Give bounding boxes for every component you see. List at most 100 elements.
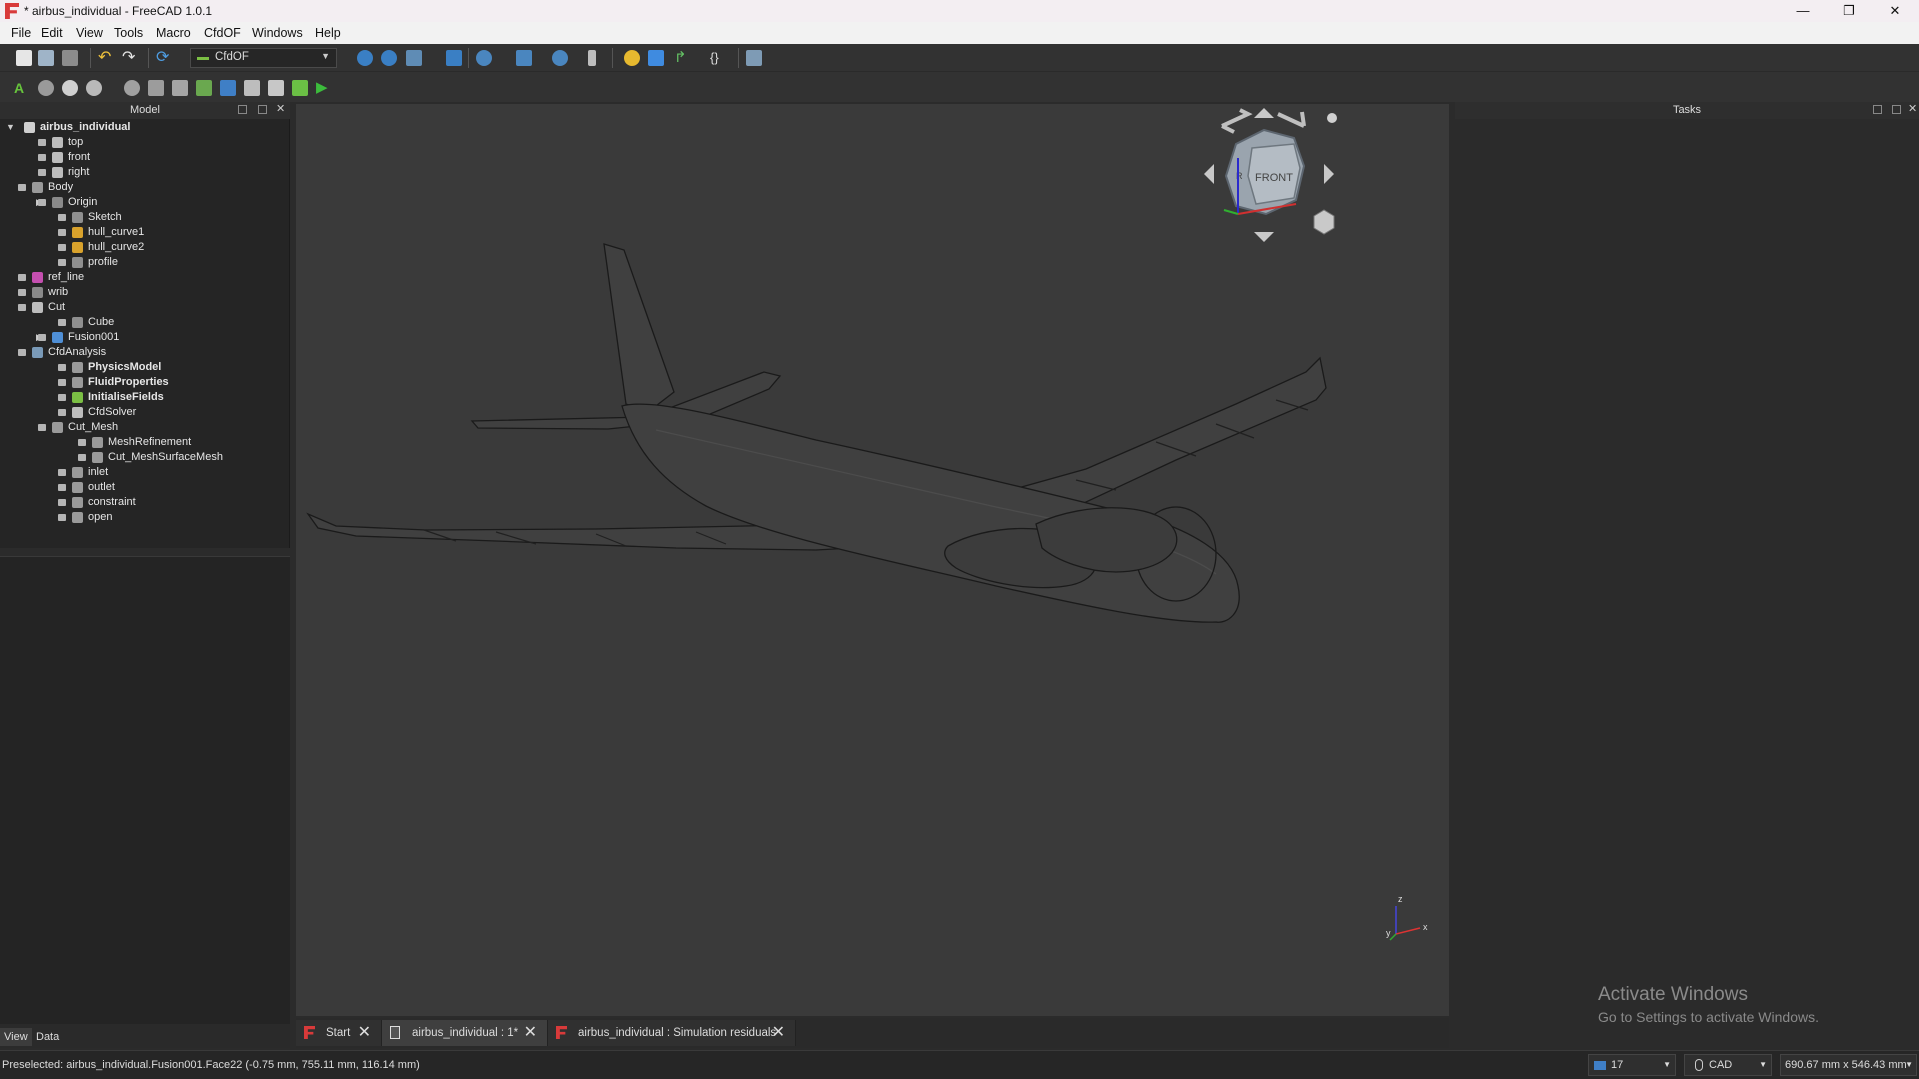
draw-style-icon[interactable] xyxy=(406,50,422,66)
menu-view[interactable]: View xyxy=(76,26,103,40)
nav-menu-icon[interactable] xyxy=(1327,113,1337,123)
3d-viewport[interactable]: FRONT R z x y xyxy=(296,104,1449,1016)
tree-item-hull-curve1[interactable]: hull_curve1 xyxy=(0,225,288,240)
panel-float-icon[interactable] xyxy=(1873,105,1882,114)
visibility-eye-icon[interactable] xyxy=(38,334,46,341)
tree-item-ref-line[interactable]: ref_line xyxy=(0,270,288,285)
nav-view-menu-cube-icon[interactable] xyxy=(1313,209,1335,235)
run-solver-icon[interactable]: ▶ xyxy=(316,80,332,96)
part-icon[interactable] xyxy=(624,50,640,66)
tree-item-cube[interactable]: Cube xyxy=(0,315,288,330)
new-document-icon[interactable] xyxy=(16,50,32,66)
nav-rotate-right-icon[interactable] xyxy=(1277,111,1306,128)
tree-item-sketch[interactable]: Sketch xyxy=(0,210,288,225)
boundary-condition-icon[interactable] xyxy=(86,80,102,96)
minimize-button[interactable]: — xyxy=(1780,0,1826,22)
visibility-eye-icon[interactable] xyxy=(38,424,46,431)
doc-tab-3d-view[interactable]: airbus_individual : 1* ✕ xyxy=(382,1020,548,1046)
visibility-eye-icon[interactable] xyxy=(18,349,26,356)
tree-item-profile[interactable]: profile xyxy=(0,255,288,270)
visibility-eye-icon[interactable] xyxy=(58,214,66,221)
visibility-eye-icon[interactable] xyxy=(58,244,66,251)
nav-rotate-left-icon[interactable] xyxy=(1221,108,1253,134)
menu-windows[interactable]: Windows xyxy=(252,26,303,40)
visibility-eye-icon[interactable] xyxy=(58,409,66,416)
visibility-eye-icon[interactable] xyxy=(18,289,26,296)
tree-item-top[interactable]: top xyxy=(0,135,288,150)
menu-macro[interactable]: Macro xyxy=(156,26,191,40)
whats-this-icon[interactable] xyxy=(746,50,762,66)
tree-item-cfdanalysis[interactable]: ▼CfdAnalysis xyxy=(0,345,288,360)
tree-item-constraint[interactable]: constraint xyxy=(0,495,288,510)
tree-item-fluidproperties[interactable]: FluidProperties xyxy=(0,375,288,390)
maximize-button[interactable]: ❐ xyxy=(1826,0,1872,22)
zoom-icon[interactable] xyxy=(552,50,568,66)
nav-arrow-right-icon[interactable] xyxy=(1324,164,1334,184)
close-button[interactable]: ✕ xyxy=(1872,0,1918,22)
visibility-eye-icon[interactable] xyxy=(58,394,66,401)
fluid-properties-icon[interactable] xyxy=(62,80,78,96)
dynamic-mesh-icon[interactable] xyxy=(220,80,236,96)
visibility-eye-icon[interactable] xyxy=(38,169,46,176)
panel-undock-icon[interactable] xyxy=(1892,105,1901,114)
menu-help[interactable]: Help xyxy=(315,26,341,40)
mesh-refinement-icon[interactable] xyxy=(196,80,212,96)
visibility-eye-icon[interactable] xyxy=(18,274,26,281)
menu-edit[interactable]: Edit xyxy=(41,26,63,40)
physics-model-icon[interactable] xyxy=(38,80,54,96)
scalar-transport-icon[interactable] xyxy=(244,80,260,96)
panel-undock-icon[interactable] xyxy=(258,105,267,114)
doc-tab-start[interactable]: Start ✕ xyxy=(296,1020,382,1046)
fit-all-icon[interactable] xyxy=(357,50,373,66)
save-icon[interactable] xyxy=(62,50,78,66)
zone-icon[interactable] xyxy=(148,80,164,96)
open-document-icon[interactable] xyxy=(38,50,54,66)
group-icon[interactable] xyxy=(648,50,664,66)
nav-arrow-left-icon[interactable] xyxy=(1204,164,1214,184)
tree-item-front[interactable]: front xyxy=(0,150,288,165)
tree-item-body[interactable]: ▼Body xyxy=(0,180,288,195)
tree-item-outlet[interactable]: outlet xyxy=(0,480,288,495)
nav-arrow-down-icon[interactable] xyxy=(1254,232,1274,242)
menu-file[interactable]: File xyxy=(11,26,31,40)
undo-icon[interactable]: ↶ xyxy=(98,50,114,66)
visibility-eye-icon[interactable] xyxy=(58,484,66,491)
panel-close-icon[interactable]: ✕ xyxy=(276,104,285,115)
refresh-icon[interactable]: ⟳ xyxy=(156,50,172,66)
tree-item-cut-mesh[interactable]: ▼Cut_Mesh xyxy=(0,420,288,435)
close-icon[interactable]: ✕ xyxy=(524,1020,537,1046)
doc-tab-residuals[interactable]: airbus_individual : Simulation residuals… xyxy=(548,1020,796,1046)
visibility-eye-icon[interactable] xyxy=(18,184,26,191)
visibility-eye-icon[interactable] xyxy=(58,514,66,521)
menu-cfdof[interactable]: CfdOF xyxy=(204,26,241,40)
report-function-icon[interactable] xyxy=(268,80,284,96)
visibility-eye-icon[interactable] xyxy=(38,154,46,161)
visibility-eye-icon[interactable] xyxy=(38,199,46,206)
solver-settings-icon[interactable] xyxy=(292,80,308,96)
tree-item-hull-curve2[interactable]: hull_curve2 xyxy=(0,240,288,255)
cfd-analysis-icon[interactable]: A xyxy=(14,80,30,96)
visibility-eye-icon[interactable] xyxy=(38,139,46,146)
tree-item-cut[interactable]: ▼Cut xyxy=(0,300,288,315)
visibility-eye-icon[interactable] xyxy=(78,439,86,446)
tree-item-initialisefields[interactable]: InitialiseFields xyxy=(0,390,288,405)
panel-float-icon[interactable] xyxy=(238,105,247,114)
visibility-eye-icon[interactable] xyxy=(78,454,86,461)
bounding-box-icon[interactable] xyxy=(446,50,462,66)
navigation-cube[interactable]: FRONT R xyxy=(1204,108,1337,242)
panel-close-icon[interactable]: ✕ xyxy=(1908,104,1917,115)
units-selector[interactable]: 17 ▼ xyxy=(1588,1054,1676,1076)
tree-item-origin[interactable]: ▶Origin xyxy=(0,195,288,210)
visibility-eye-icon[interactable] xyxy=(58,379,66,386)
menu-tools[interactable]: Tools xyxy=(114,26,143,40)
macro-braces-icon[interactable]: {} xyxy=(710,50,726,66)
expander-open-icon[interactable]: ▼ xyxy=(6,120,16,135)
mesh-from-shape-icon[interactable] xyxy=(172,80,188,96)
tab-data[interactable]: Data xyxy=(32,1028,63,1046)
close-icon[interactable]: ✕ xyxy=(358,1020,371,1046)
view-isometric-icon[interactable] xyxy=(476,50,492,66)
tree-item-open[interactable]: open xyxy=(0,510,288,525)
workbench-selector[interactable]: CfdOF ▼ xyxy=(190,48,337,68)
tree-item-cfdsolver[interactable]: CfdSolver xyxy=(0,405,288,420)
fit-selection-icon[interactable] xyxy=(381,50,397,66)
